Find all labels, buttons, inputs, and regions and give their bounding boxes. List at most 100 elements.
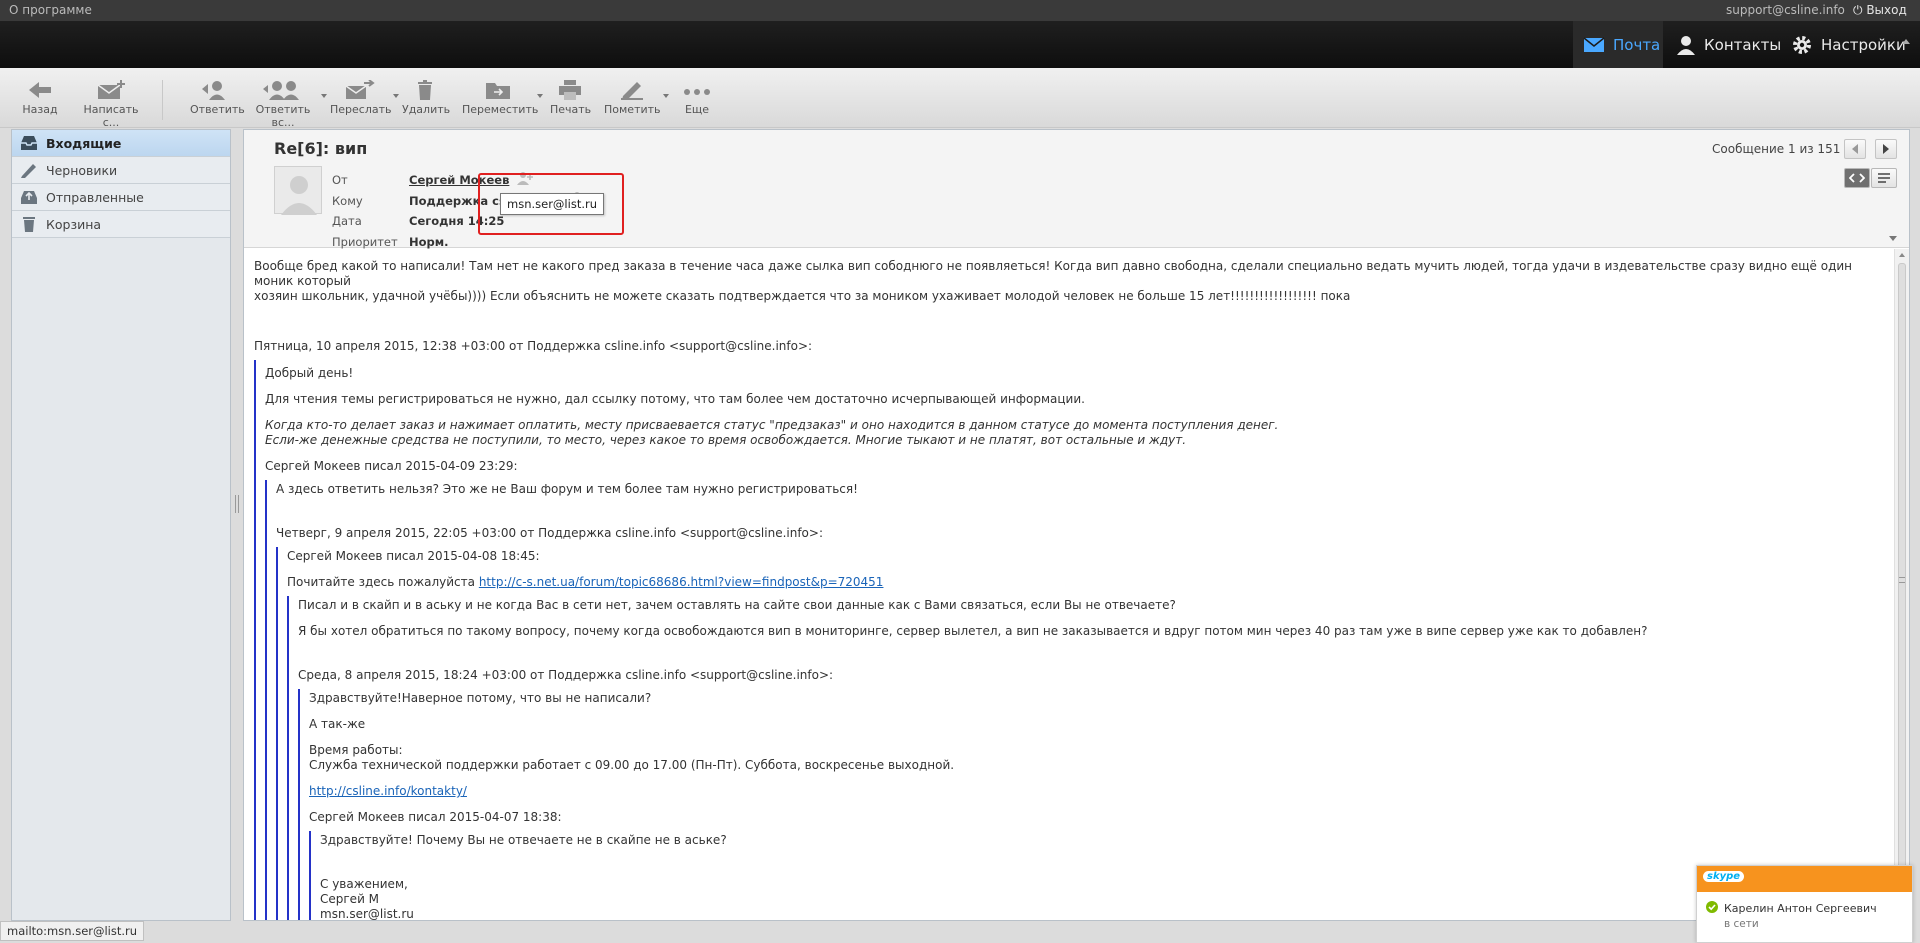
scroll-up-icon[interactable] <box>1899 253 1905 257</box>
skype-contact-name: Карелин Антон Сергеевич <box>1724 902 1877 915</box>
quote-header: Пятница, 10 апреля 2015, 12:38 +03:00 от… <box>254 339 813 353</box>
next-message-button[interactable] <box>1875 139 1897 159</box>
print-label: Печать <box>550 103 592 116</box>
online-status-icon <box>1706 901 1718 913</box>
email-tooltip: msn.ser@list.ru <box>500 193 604 215</box>
app-header: Почта Контакты Настройки <box>0 21 1920 68</box>
body-text: хозяин школьник, удачной учёбы)))) Если … <box>254 289 1351 303</box>
back-label: Назад <box>22 103 58 116</box>
chevron-down-icon[interactable] <box>537 94 543 98</box>
body-text: Служба технической поддержки работает с … <box>309 758 955 772</box>
compose-label: Написать с... <box>83 103 139 129</box>
body-text: С уважением, <box>320 877 408 891</box>
move-button[interactable]: Переместить <box>462 80 543 116</box>
chevron-down-icon[interactable] <box>393 94 399 98</box>
toolbar-divider <box>162 80 163 120</box>
grip-icon <box>1899 577 1905 583</box>
quote-level-4: Писал и в скайп и в аську и не когда Вас… <box>287 596 1884 921</box>
folder-drafts[interactable]: Черновики <box>12 157 230 184</box>
envelope-icon <box>1583 36 1605 52</box>
quote-header: Среда, 8 апреля 2015, 18:24 +03:00 от По… <box>298 668 834 682</box>
forward-icon <box>345 80 375 99</box>
collapse-arrow-icon[interactable] <box>1902 39 1910 44</box>
from-label: От <box>332 173 348 187</box>
reply-all-label: Ответить вс... <box>255 103 311 129</box>
folder-trash[interactable]: Корзина <box>12 211 230 238</box>
folder-sidebar: Входящие Черновики Отправленные Корзина <box>11 129 231 921</box>
reply-icon <box>202 81 225 100</box>
quote-header: Четверг, 9 апреля 2015, 22:05 +03:00 от … <box>276 526 823 540</box>
message-body: Вообще бред какой то написали! Там нет н… <box>244 249 1894 921</box>
body-text: Здравствуйте!Наверное потому, что вы не … <box>309 691 652 705</box>
nav-label-mail: Почта <box>1613 35 1661 54</box>
body-text: Время работы: <box>309 743 403 757</box>
chevron-right-icon <box>1883 144 1889 154</box>
view-text-button[interactable] <box>1871 168 1897 188</box>
nav-label-contacts: Контакты <box>1704 35 1782 54</box>
quote-level-1: Добрый день! Для чтения темы регистриров… <box>254 360 1884 921</box>
folder-sent[interactable]: Отправленные <box>12 184 230 211</box>
back-button[interactable]: Назад <box>22 80 58 116</box>
skype-notification[interactable]: skype Карелин Антон Сергеевич в сети <box>1696 865 1913 943</box>
user-email[interactable]: support@csline.info <box>1726 3 1845 17</box>
delete-label: Удалить <box>402 103 451 116</box>
folder-inbox[interactable]: Входящие <box>12 130 230 157</box>
body-text: А здесь ответить нельзя? Это же не Ваш ф… <box>276 482 858 496</box>
nav-tab-mail[interactable]: Почта <box>1573 21 1663 68</box>
body-text: Когда кто-то делает заказ и нажимает опл… <box>265 418 1279 432</box>
chevron-left-icon <box>1852 144 1858 154</box>
body-text: А так-же <box>309 717 366 731</box>
contacts-link[interactable]: http://csline.info/kontakty/ <box>309 784 467 798</box>
reply-all-button[interactable]: Ответить вс... <box>248 80 327 129</box>
message-counter: Сообщение 1 из 151 <box>1712 142 1841 156</box>
reply-button[interactable]: Ответить <box>190 80 245 116</box>
compose-envelope-icon <box>97 80 125 99</box>
chevron-down-icon[interactable] <box>321 94 327 98</box>
skype-contact-status: в сети <box>1724 918 1759 930</box>
body-text: msn.ser@list.ru <box>320 907 414 921</box>
top-bar: О программе support@csline.info ⏻ Выход <box>0 0 1920 21</box>
more-button[interactable]: Еще <box>680 80 714 116</box>
pane-resize-handle[interactable] <box>235 495 239 513</box>
about-link[interactable]: О программе <box>9 3 92 17</box>
folder-label: Входящие <box>46 135 122 151</box>
logout-label: Выход <box>1866 3 1907 17</box>
print-button[interactable]: Печать <box>550 80 592 116</box>
quote-author: Сергей Мокеев писал 2015-04-08 18:45: <box>287 549 540 563</box>
body-text: Сергей М <box>320 892 380 906</box>
compose-button[interactable]: Написать с... <box>76 80 146 129</box>
sent-icon <box>21 191 37 204</box>
prev-message-button[interactable] <box>1844 139 1866 159</box>
body-text: Для чтения темы регистрироваться не нужн… <box>265 392 1085 406</box>
forum-link[interactable]: http://c-s.net.ua/forum/topic68686.html?… <box>479 575 884 589</box>
logout-link[interactable]: ⏻ Выход <box>1853 3 1907 18</box>
nav-label-settings: Настройки <box>1821 35 1906 54</box>
expand-header-icon[interactable] <box>1889 236 1897 241</box>
inbox-icon <box>21 136 37 150</box>
view-source-button[interactable] <box>1844 168 1870 188</box>
more-label: Еще <box>684 103 710 116</box>
toolbar: Назад Написать с... Ответить Ответить вс… <box>0 68 1920 129</box>
quote-author: Сергей Мокеев писал 2015-04-09 23:29: <box>265 459 518 473</box>
nav-tab-contacts[interactable]: Контакты <box>1673 21 1781 68</box>
mark-button[interactable]: Пометить <box>604 80 669 116</box>
forward-button[interactable]: Переслать <box>330 80 399 116</box>
forward-label: Переслать <box>330 103 392 116</box>
delete-button[interactable]: Удалить <box>402 80 451 116</box>
trash-icon <box>418 80 432 100</box>
reply-all-icon <box>263 81 299 100</box>
person-icon <box>1677 35 1695 55</box>
trash-icon <box>23 217 35 232</box>
body-text: Здравствуйте! Почему Вы не отвечаете не … <box>320 833 727 847</box>
pen-icon <box>621 82 643 100</box>
person-icon <box>281 176 317 215</box>
message-scrollbar[interactable] <box>1894 249 1909 920</box>
power-icon: ⏻ <box>1853 3 1863 17</box>
nav-tab-settings[interactable]: Настройки <box>1791 21 1906 68</box>
body-text-inline: Почитайте здесь пожалуйста <box>287 575 475 589</box>
folder-move-icon <box>486 83 510 99</box>
folder-label: Черновики <box>46 162 118 178</box>
body-text: Вообще бред какой то написали! Там нет н… <box>254 259 1853 288</box>
chevron-down-icon[interactable] <box>663 94 669 98</box>
quote-level-3: Сергей Мокеев писал 2015-04-08 18:45: По… <box>276 547 1884 921</box>
